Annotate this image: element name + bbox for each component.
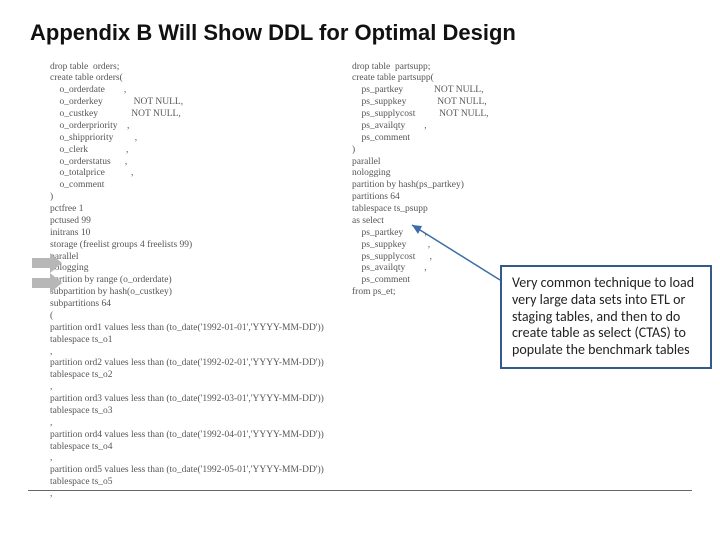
ddl-right-code: drop table partsupp; create table partsu… xyxy=(352,62,552,300)
page-title: Appendix B Will Show DDL for Optimal Des… xyxy=(30,20,690,46)
footer-rule xyxy=(28,490,692,491)
callout-box: Very common technique to load very large… xyxy=(500,265,712,369)
ddl-left-code: drop table orders; create table orders( … xyxy=(50,62,340,501)
callout-text: Very common technique to load very large… xyxy=(512,274,694,358)
